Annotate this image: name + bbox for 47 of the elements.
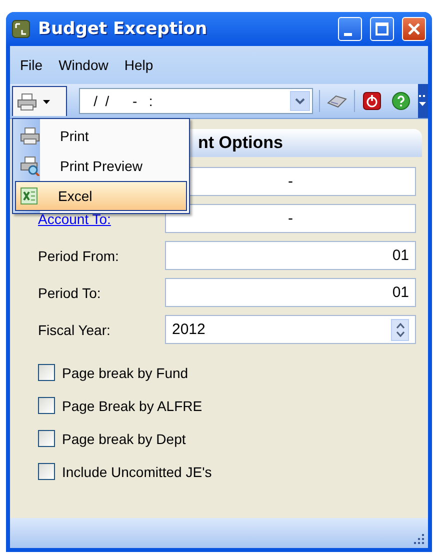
checkbox[interactable] (38, 463, 55, 480)
date-combo-field[interactable]: / / - : (78, 88, 313, 114)
overflow-icon (419, 94, 426, 108)
maximize-button[interactable] (370, 17, 394, 41)
checkbox-label: Page break by Fund (62, 364, 188, 380)
maximize-icon (375, 22, 389, 36)
spin-button[interactable] (391, 318, 409, 340)
input-field[interactable]: 01 (165, 278, 416, 307)
minimize-button[interactable] (338, 17, 362, 41)
checkbox-label: Page break by Dept (62, 430, 186, 446)
print-dropdown-button[interactable] (12, 86, 67, 116)
power-icon (363, 92, 382, 110)
minimize-icon (344, 32, 352, 36)
field-label: Fiscal Year: (38, 322, 110, 338)
close-button[interactable] (402, 17, 426, 41)
caret-icon (43, 100, 50, 104)
menu-item[interactable]: Help (118, 55, 160, 75)
checkbox-label: Page Break by ALFRE (62, 398, 202, 414)
checkbox-label: Include Uncomitted JE's (62, 464, 212, 480)
menu-item[interactable]: File (14, 55, 49, 75)
window-title: Budget Exception (38, 19, 208, 39)
resize-grip-icon (413, 533, 425, 545)
menu-item[interactable]: Window (52, 55, 114, 75)
field-label: Period To: (38, 284, 101, 300)
printer-icon (20, 127, 40, 145)
stop-button[interactable] (361, 89, 384, 113)
input-field[interactable]: - (165, 204, 416, 233)
checkbox[interactable] (38, 430, 55, 447)
checkbox[interactable] (38, 397, 55, 414)
help-button[interactable] (389, 89, 412, 113)
checkbox[interactable] (38, 364, 55, 381)
input-field[interactable]: 01 (165, 241, 416, 270)
year-spinner-field[interactable]: 2012 (165, 315, 416, 344)
eraser-icon (327, 94, 348, 108)
app-logo-icon (12, 20, 30, 38)
menu-option[interactable]: Excel (15, 181, 187, 211)
dropdown-arrow-button[interactable] (290, 91, 310, 111)
toolbar-overflow-button[interactable] (418, 84, 428, 118)
help-icon (392, 92, 410, 110)
chevron-down-icon (294, 98, 305, 104)
close-icon (407, 22, 421, 36)
field-label: Period From: (38, 248, 119, 264)
printer-magnifier-icon (20, 156, 40, 176)
printer-icon (17, 92, 37, 110)
account-link[interactable]: Account To: (38, 210, 111, 226)
spreadsheet-icon (20, 187, 38, 205)
up-down-arrows-icon (396, 322, 404, 336)
